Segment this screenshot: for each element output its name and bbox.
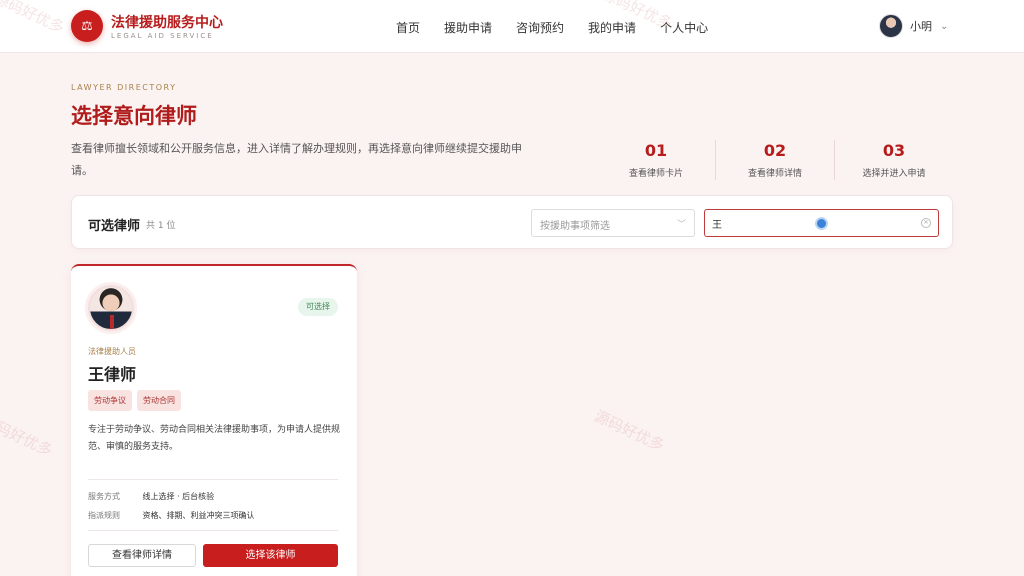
- chevron-down-icon[interactable]: ﹀: [677, 217, 686, 230]
- nav-item-profile[interactable]: 个人中心: [660, 19, 708, 36]
- site-subtitle: LEGAL AID SERVICE: [111, 32, 214, 40]
- watermark: 源码好优多: [0, 411, 56, 460]
- result-count: 共 1 位: [146, 221, 176, 231]
- info-key: 指派规则: [88, 511, 120, 520]
- chevron-down-icon[interactable]: ⌄: [940, 21, 948, 32]
- info-value: 资格、排期、利益冲突三项确认: [142, 511, 255, 520]
- avatar[interactable]: [879, 14, 903, 38]
- view-lawyer-detail-button[interactable]: 查看律师详情: [88, 544, 196, 567]
- step-number: 01: [644, 141, 668, 160]
- step-1: 01 查看律师卡片: [597, 140, 715, 180]
- page-description: 查看律师擅长领域和公开服务信息，进入详情了解办理规则，再选择意向律师继续提交援助…: [71, 142, 522, 177]
- pointer-cursor-icon: [815, 217, 828, 230]
- divider: [88, 479, 338, 480]
- select-lawyer-button[interactable]: 选择该律师: [203, 544, 338, 567]
- aid-matter-select[interactable]: 按援助事项筛选 ﹀: [531, 209, 695, 237]
- filter-title: 可选律师: [88, 219, 141, 234]
- site-title[interactable]: 法律援助服务中心: [111, 12, 223, 32]
- specialty-tags: 劳动争议 劳动合同: [88, 390, 186, 411]
- nav-item-my-applications[interactable]: 我的申请: [588, 19, 636, 36]
- lawyer-photo: [88, 285, 134, 331]
- lawyer-description: 专注于劳动争议、劳动合同相关法律援助事项，为申请人提供规范、审慎的服务支持。: [88, 425, 341, 452]
- status-badge: 可选择: [298, 298, 338, 316]
- section-eyebrow: LAWYER DIRECTORY: [71, 83, 177, 92]
- lawyer-name: 王律师: [88, 365, 137, 384]
- nav-item-consultation[interactable]: 咨询预约: [516, 19, 564, 36]
- step-2: 02 查看律师详情: [715, 140, 834, 180]
- lawyer-role: 法律援助人员: [88, 347, 136, 356]
- step-label: 选择并进入申请: [862, 169, 926, 179]
- info-key: 服务方式: [88, 492, 120, 501]
- step-label: 查看律师详情: [747, 169, 802, 179]
- step-3: 03 选择并进入申请: [834, 140, 953, 180]
- step-number: 03: [882, 141, 906, 160]
- select-placeholder: 按援助事项筛选: [540, 221, 610, 232]
- step-label: 查看律师卡片: [628, 169, 683, 179]
- top-header: ⚖ 法律援助服务中心 LEGAL AID SERVICE 首页 援助申请 咨询预…: [0, 0, 1024, 53]
- lawyer-search[interactable]: ✕: [704, 209, 939, 237]
- specialty-tag: 劳动合同: [137, 390, 181, 411]
- info-value: 线上选择 · 后台核验: [142, 492, 215, 501]
- page-title: 选择意向律师: [71, 104, 197, 128]
- nav-item-home[interactable]: 首页: [396, 19, 420, 36]
- step-number: 02: [763, 141, 787, 160]
- main-nav: 首页 援助申请 咨询预约 我的申请 个人中心: [396, 19, 732, 36]
- divider: [88, 530, 338, 531]
- lawyer-card: 可选择 法律援助人员 王律师 劳动争议 劳动合同 专注于劳动争议、劳动合同相关法…: [71, 264, 357, 576]
- user-name[interactable]: 小明: [910, 18, 932, 34]
- scales-logo-icon[interactable]: ⚖: [71, 10, 103, 42]
- specialty-tag: 劳动争议: [88, 390, 132, 411]
- filter-bar: 可选律师 共 1 位 按援助事项筛选 ﹀ ✕: [71, 195, 953, 249]
- info-row-service-mode: 服务方式 线上选择 · 后台核验: [88, 491, 214, 502]
- tie-graphic: [110, 315, 114, 329]
- user-menu[interactable]: 小明 ⌄: [879, 14, 948, 38]
- search-input[interactable]: [712, 215, 912, 232]
- nav-item-aid-application[interactable]: 援助申请: [444, 19, 492, 36]
- info-row-assignment-rule: 指派规则 资格、排期、利益冲突三项确认: [88, 510, 255, 521]
- process-steps: 01 查看律师卡片 02 查看律师详情 03 选择并进入申请: [597, 140, 953, 180]
- clear-icon[interactable]: ✕: [921, 218, 931, 228]
- watermark: 源码好优多: [591, 406, 668, 455]
